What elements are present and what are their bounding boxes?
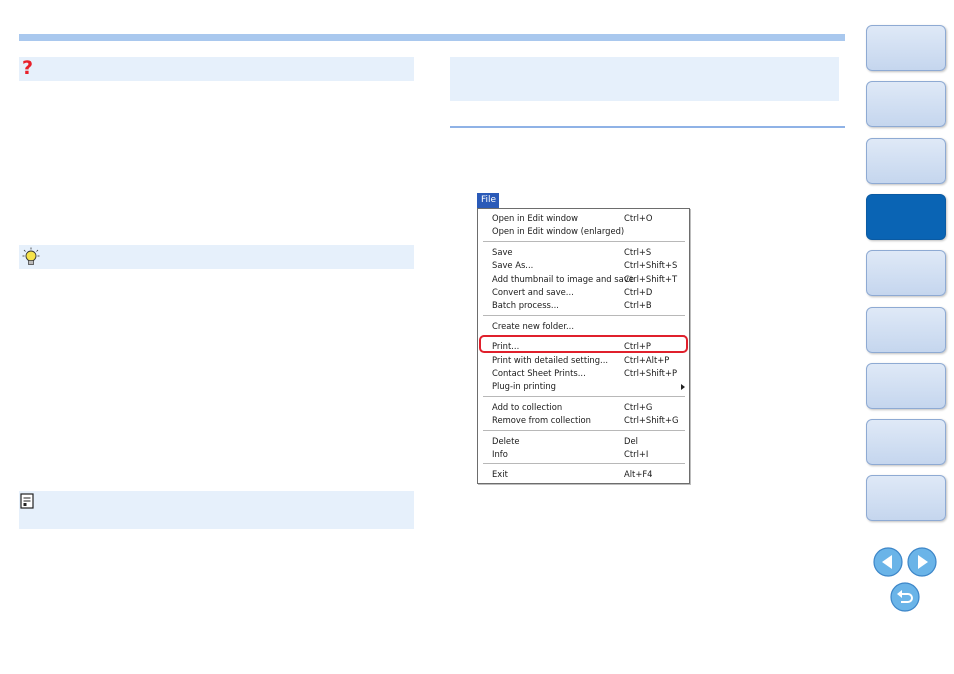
previous-page-icon[interactable]: [873, 547, 903, 577]
menu-item-label: Info: [492, 449, 508, 459]
menu-item-save-as[interactable]: Save As... Ctrl+Shift+S: [492, 259, 682, 272]
file-menu-tab[interactable]: File: [477, 193, 499, 208]
menu-item-label: Convert and save...: [492, 287, 574, 297]
menu-item-label: Save As...: [492, 260, 534, 271]
nav-tab-8[interactable]: [866, 419, 946, 466]
menu-item-shortcut: Ctrl+Shift+P: [624, 368, 678, 378]
menu-item-open-in-edit-window-enlarged[interactable]: Open in Edit window (enlarged): [492, 225, 682, 238]
nav-tab-7[interactable]: [866, 362, 946, 409]
nav-tab-9[interactable]: [866, 475, 946, 522]
nav-tab-6[interactable]: [866, 306, 946, 353]
menu-item-plug-in-printing[interactable]: Plug-in printing: [492, 380, 685, 393]
next-page-icon[interactable]: [907, 547, 937, 577]
return-icon[interactable]: [890, 582, 920, 612]
menu-item-shortcut: Del: [624, 435, 638, 446]
print-item-highlight: [479, 335, 688, 353]
menu-item-shortcut: Ctrl+I: [624, 449, 649, 459]
menu-item-shortcut: Ctrl+G: [624, 401, 653, 412]
menu-item-info[interactable]: Info Ctrl+I: [492, 448, 682, 461]
menu-item-label: Contact Sheet Prints...: [492, 368, 586, 378]
menu-item-save[interactable]: Save Ctrl+S: [492, 246, 682, 259]
question-panel: [19, 57, 414, 81]
nav-tab-5[interactable]: [866, 250, 946, 297]
menu-item-label: Add thumbnail to image and save: [492, 273, 634, 284]
header-accent-bar: [19, 34, 845, 41]
heading-panel: [450, 57, 839, 101]
menu-item-convert-and-save[interactable]: Convert and save... Ctrl+D: [492, 286, 682, 299]
menu-item-label: Add to collection: [492, 401, 563, 412]
menu-item-open-in-edit-window[interactable]: Open in Edit window Ctrl+O: [492, 212, 682, 225]
menu-item-exit[interactable]: Exit Alt+F4: [492, 468, 682, 481]
question-mark-icon: ?: [22, 57, 34, 79]
menu-separator: [483, 395, 685, 397]
menu-item-label: Plug-in printing: [492, 381, 556, 392]
menu-item-label: Open in Edit window: [492, 213, 578, 223]
section-rule: [450, 126, 845, 128]
menu-item-batch-process[interactable]: Batch process... Ctrl+B: [492, 299, 682, 312]
menu-item-shortcut: Ctrl+Shift+T: [624, 273, 678, 284]
menu-item-shortcut: Ctrl+D: [624, 287, 653, 297]
tip-panel: [19, 245, 414, 269]
menu-item-label: Delete: [492, 435, 520, 446]
menu-item-shortcut: Ctrl+Shift+G: [624, 415, 679, 426]
menu-item-shortcut: Alt+F4: [624, 469, 653, 480]
menu-item-shortcut: Ctrl+O: [624, 213, 653, 223]
nav-tab-4[interactable]: [866, 193, 946, 240]
lightbulb-icon: [22, 247, 40, 265]
menu-item-add-to-collection[interactable]: Add to collection Ctrl+G: [492, 401, 682, 414]
menu-item-label: Open in Edit window (enlarged): [492, 226, 625, 237]
menu-item-label: Save: [492, 246, 513, 257]
memo-icon: [20, 493, 34, 509]
menu-item-label: Create new folder...: [492, 320, 574, 331]
menu-item-label: Remove from collection: [492, 415, 591, 426]
menu-item-label: Batch process...: [492, 300, 559, 311]
menu-item-shortcut: Ctrl+S: [624, 246, 652, 257]
menu-item-shortcut: Ctrl+Alt+P: [624, 354, 670, 365]
menu-separator: [483, 240, 685, 242]
menu-separator: [483, 429, 685, 431]
note-panel: [19, 491, 414, 529]
menu-separator: [483, 314, 685, 316]
nav-tab-2[interactable]: [866, 81, 946, 128]
menu-item-remove-from-collection[interactable]: Remove from collection Ctrl+Shift+G: [492, 414, 682, 427]
menu-item-shortcut: Ctrl+Shift+S: [624, 260, 678, 271]
menu-item-label: Print with detailed setting...: [492, 354, 609, 365]
menu-separator: [483, 463, 685, 465]
nav-tab-3[interactable]: [866, 137, 946, 184]
menu-item-label: Exit: [492, 469, 508, 480]
nav-tab-1[interactable]: [866, 25, 946, 71]
menu-item-print-with-detailed-setting[interactable]: Print with detailed setting... Ctrl+Alt+P: [492, 354, 682, 367]
menu-item-delete[interactable]: Delete Del: [492, 435, 682, 448]
menu-item-contact-sheet-prints[interactable]: Contact Sheet Prints... Ctrl+Shift+P: [492, 367, 682, 380]
menu-item-add-thumbnail-to-image-and-save[interactable]: Add thumbnail to image and save Ctrl+Shif…: [492, 273, 682, 286]
menu-item-shortcut: Ctrl+B: [624, 300, 652, 311]
menu-item-create-new-folder[interactable]: Create new folder...: [492, 320, 682, 333]
submenu-arrow-icon: [681, 383, 685, 390]
